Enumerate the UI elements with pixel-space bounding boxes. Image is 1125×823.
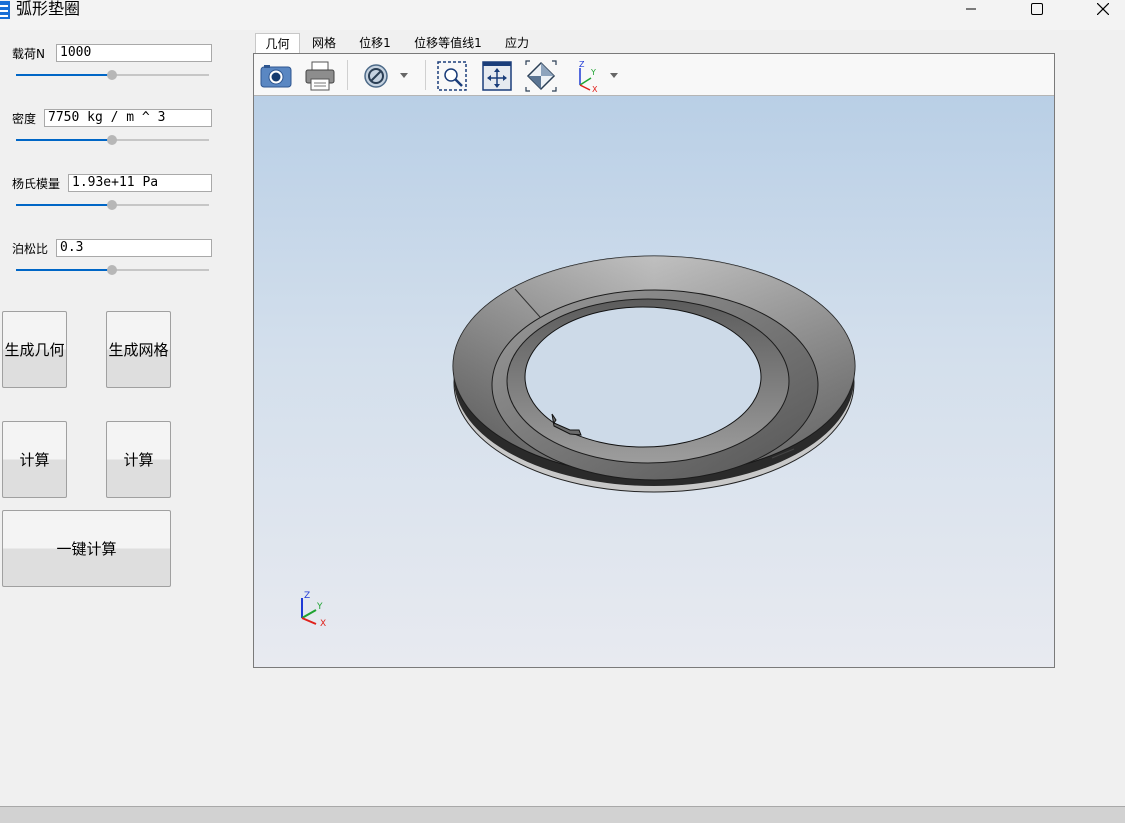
tab-displacement[interactable]: 位移1 (352, 33, 398, 54)
slider-handle[interactable] (107, 135, 117, 145)
poisson-ratio-slider[interactable] (16, 265, 209, 275)
youngs-modulus-slider[interactable] (16, 200, 209, 210)
density-label: 密度 (12, 112, 37, 126)
tab-geometry[interactable]: 几何 (255, 33, 300, 54)
zoom-fit-button[interactable] (480, 59, 514, 93)
load-slider[interactable] (16, 70, 209, 80)
density-slider[interactable] (16, 135, 209, 145)
generate-mesh-button[interactable]: 生成网格 (106, 311, 171, 388)
youngs-modulus-input[interactable]: 1.93e+11 Pa (68, 174, 212, 192)
slider-handle[interactable] (107, 200, 117, 210)
load-label: 载荷N (12, 47, 45, 61)
screenshot-button[interactable] (259, 59, 293, 93)
printer-icon (305, 61, 335, 91)
poisson-ratio-label: 泊松比 (12, 242, 49, 256)
hide-icon (364, 64, 408, 88)
toolbar-separator (347, 60, 348, 90)
curved-washer-model (452, 255, 856, 493)
minimize-button[interactable] (948, 0, 994, 20)
minimize-icon (966, 8, 976, 10)
generate-geometry-button[interactable]: 生成几何 (2, 311, 67, 388)
slider-handle[interactable] (107, 265, 117, 275)
y-axis-label: Y (316, 602, 323, 612)
zoom-box-button[interactable] (435, 59, 469, 93)
load-input[interactable]: 1000 (56, 44, 212, 62)
svg-text:Y: Y (590, 68, 596, 77)
zoom-box-icon (437, 61, 467, 91)
app-icon (0, 1, 10, 19)
3d-viewport[interactable]: Z Y X (254, 96, 1054, 667)
maximize-button[interactable] (1014, 0, 1060, 20)
slider-handle[interactable] (107, 70, 117, 80)
close-button[interactable] (1080, 0, 1125, 20)
status-bar (0, 806, 1125, 823)
svg-text:X: X (592, 85, 598, 93)
youngs-modulus-label: 杨氏模量 (12, 177, 61, 191)
toolbar-separator (425, 60, 426, 90)
view-orientation-button[interactable] (524, 59, 558, 93)
title-bar: 弧形垫圈 (0, 0, 1125, 30)
axis-view-menu-button[interactable]: Z Y X (570, 59, 624, 93)
zoom-fit-icon (482, 61, 512, 91)
density-input[interactable]: 7750 kg / m ^ 3 (44, 109, 212, 127)
one-click-compute-button[interactable]: 一键计算 (2, 510, 171, 587)
camera-icon (260, 65, 292, 88)
maximize-icon (1031, 3, 1043, 15)
x-axis-label: X (320, 619, 326, 628)
compute-button-2[interactable]: 计算 (106, 421, 171, 498)
orientation-triad: Z Y X (301, 591, 326, 628)
tab-mesh[interactable]: 网格 (304, 33, 344, 54)
z-axis-label: Z (304, 591, 310, 601)
tab-stress[interactable]: 应力 (498, 33, 536, 54)
compute-button-1[interactable]: 计算 (2, 421, 67, 498)
view-orientation-icon (525, 60, 557, 92)
axis-triad-icon: Z Y X (579, 60, 618, 93)
poisson-ratio-input[interactable]: 0.3 (56, 239, 212, 257)
tab-displacement-contour[interactable]: 位移等值线1 (406, 33, 490, 54)
close-icon (1097, 3, 1109, 15)
hide-menu-button[interactable] (359, 59, 413, 93)
print-button[interactable] (303, 59, 337, 93)
window-title: 弧形垫圈 (16, 0, 81, 18)
svg-text:Z: Z (579, 60, 585, 69)
